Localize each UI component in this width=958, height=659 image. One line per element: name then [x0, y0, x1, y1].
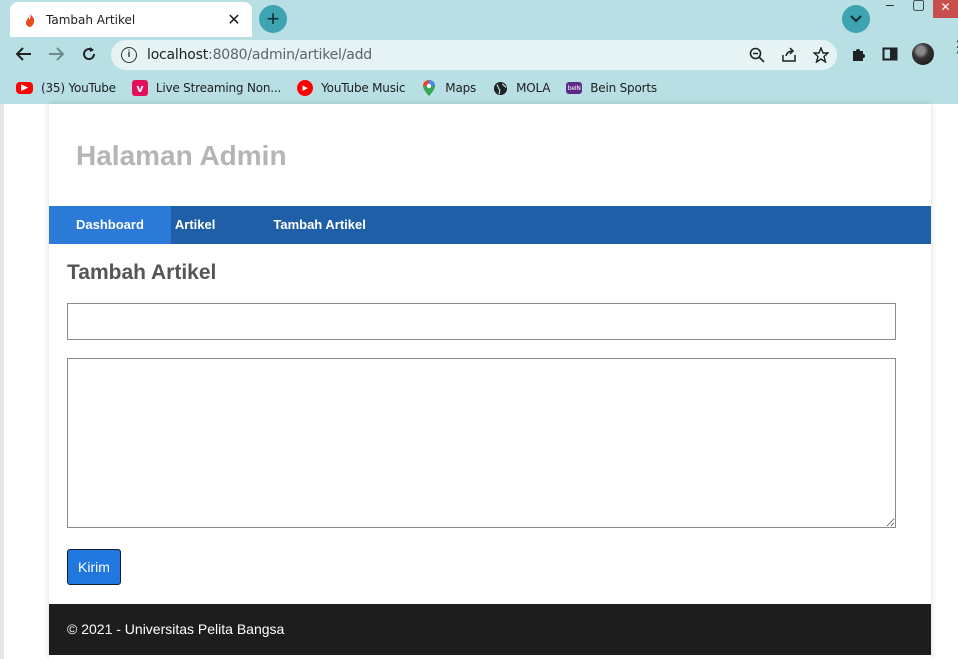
back-arrow-icon[interactable]: [13, 43, 35, 65]
side-panel-icon[interactable]: [879, 43, 901, 65]
title-input[interactable]: [67, 303, 896, 340]
site-title: Halaman Admin: [76, 140, 287, 171]
bookmark-label: Live Streaming Non...: [155, 81, 282, 95]
zoom-icon[interactable]: [747, 45, 767, 65]
site-footer: © 2021 - Universitas Pelita Bangsa: [49, 604, 931, 655]
close-tab-icon[interactable]: ✕: [226, 10, 242, 30]
bookmarks-bar: ▶ (35) YouTube v Live Streaming Non... ▶…: [0, 72, 958, 104]
page-viewport: Halaman Admin Dashboard Artikel Tambah A…: [0, 104, 958, 659]
url-host: localhost: [147, 47, 209, 63]
url-text: localhost:8080/admin/artikel/add: [147, 47, 372, 63]
codeigniter-flame-icon: [22, 12, 38, 28]
bookmark-youtube-music[interactable]: ▶ YouTube Music: [297, 80, 405, 96]
bookmark-label: Maps: [445, 81, 477, 95]
bookmark-live-streaming[interactable]: v Live Streaming Non...: [131, 80, 282, 96]
bookmark-label: Bein Sports: [590, 81, 657, 95]
share-icon[interactable]: [779, 45, 799, 65]
bein-sports-icon: beIN: [566, 82, 583, 94]
chevron-down-icon: [850, 10, 862, 28]
form-heading: Tambah Artikel: [67, 261, 217, 284]
bookmark-bein-sports[interactable]: beIN Bein Sports: [566, 81, 657, 95]
profile-avatar[interactable]: [912, 43, 934, 65]
maximize-window-button[interactable]: ▢: [912, 0, 925, 16]
tab-search-button[interactable]: [842, 5, 870, 33]
youtube-music-icon: ▶: [297, 80, 314, 96]
bookmark-star-icon[interactable]: [811, 45, 831, 65]
bookmark-label: YouTube Music: [321, 81, 406, 95]
content-textarea[interactable]: [67, 358, 896, 528]
site-header: Halaman Admin: [49, 104, 931, 206]
forward-arrow-icon[interactable]: [45, 43, 67, 65]
browser-tab-strip: Tambah Artikel ✕ + – ▢ ✕: [0, 0, 958, 37]
address-bar[interactable]: i localhost:8080/admin/artikel/add: [111, 40, 837, 70]
browser-tab[interactable]: Tambah Artikel ✕: [10, 2, 252, 37]
nav-dashboard[interactable]: Dashboard: [49, 206, 171, 244]
page-left-edge: [0, 104, 4, 659]
tab-title: Tambah Artikel: [46, 12, 136, 27]
new-tab-button[interactable]: +: [259, 5, 287, 33]
url-path: :8080/admin/artikel/add: [208, 47, 372, 63]
bookmark-mola[interactable]: MOLA: [492, 80, 550, 96]
nav-artikel[interactable]: Artikel: [171, 206, 246, 244]
site-info-icon[interactable]: i: [121, 47, 137, 63]
maps-pin-icon: [421, 80, 437, 96]
browser-toolbar: i localhost:8080/admin/artikel/add: [0, 37, 958, 72]
extensions-puzzle-icon[interactable]: [847, 43, 869, 65]
minimize-window-button[interactable]: –: [886, 0, 894, 16]
close-window-button[interactable]: ✕: [933, 0, 958, 18]
browser-menu-icon[interactable]: ⋮: [950, 40, 958, 56]
bookmark-label: MOLA: [516, 81, 551, 95]
globe-icon: [492, 80, 508, 96]
nav-tambah-artikel[interactable]: Tambah Artikel: [246, 206, 392, 244]
main-nav: Dashboard Artikel Tambah Artikel: [49, 206, 931, 244]
bookmark-maps[interactable]: Maps: [421, 80, 476, 96]
main-content: Tambah Artikel Kirim: [67, 244, 913, 585]
youtube-icon: ▶: [16, 82, 33, 94]
reload-icon[interactable]: [78, 43, 100, 65]
bookmark-label: (35) YouTube: [41, 81, 116, 95]
bookmark-youtube[interactable]: ▶ (35) YouTube: [16, 81, 116, 95]
submit-button[interactable]: Kirim: [67, 549, 121, 585]
vidio-icon: v: [131, 80, 148, 96]
page-container: Halaman Admin Dashboard Artikel Tambah A…: [49, 104, 931, 659]
